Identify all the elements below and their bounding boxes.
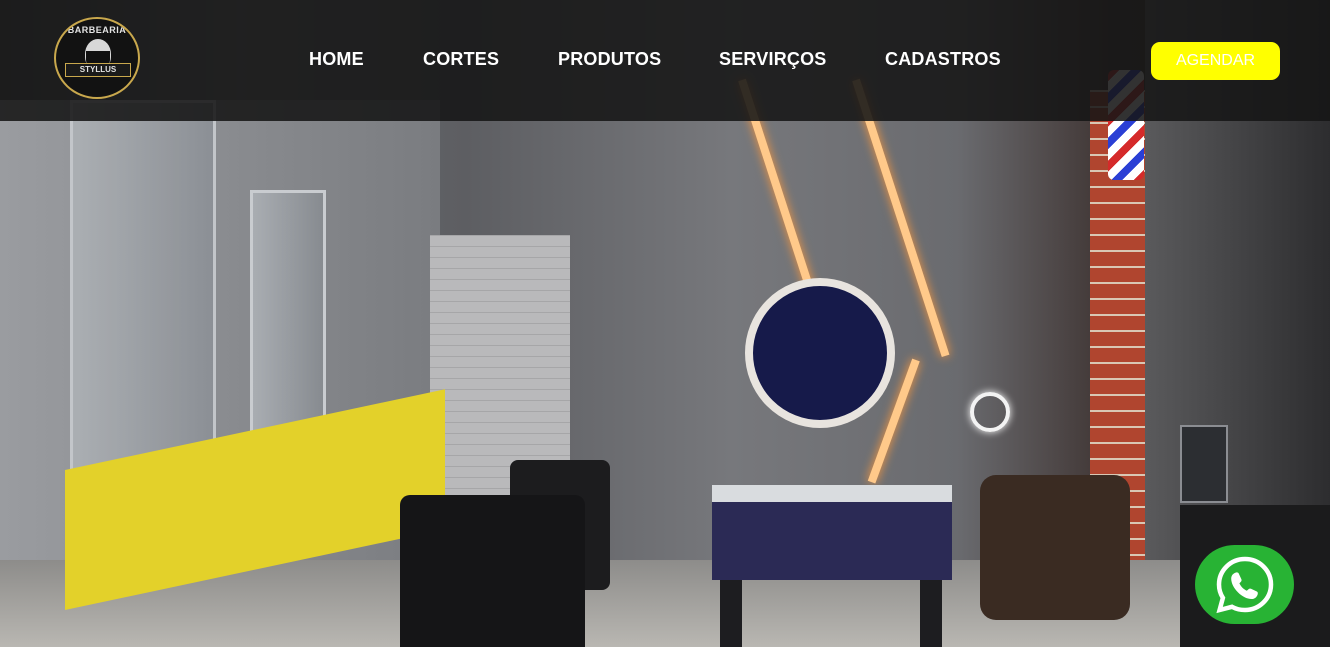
nav-item-servicos[interactable]: SERVIRÇOS <box>719 49 827 73</box>
nav-item-cadastros[interactable]: CADASTROS <box>885 49 1001 73</box>
table-leg <box>720 580 742 647</box>
barber-chair <box>400 495 585 647</box>
site-header: BARBEARIA STYLLUS HOME CORTES PRODUTOS S… <box>0 0 1330 121</box>
whatsapp-icon <box>1216 556 1274 614</box>
logo-top-text: BARBEARIA <box>67 25 127 35</box>
mirror <box>70 100 216 496</box>
whatsapp-button[interactable] <box>1195 545 1294 624</box>
air-hockey-table <box>712 485 952 580</box>
round-window <box>745 278 895 428</box>
brand-logo[interactable]: BARBEARIA STYLLUS <box>54 17 140 99</box>
nav-item-produtos[interactable]: PRODUTOS <box>558 49 661 73</box>
sofa <box>980 475 1130 620</box>
logo-name-text: STYLLUS <box>65 63 131 77</box>
ring-light <box>970 392 1010 432</box>
nav-item-cortes[interactable]: CORTES <box>423 49 499 73</box>
table-leg <box>920 580 942 647</box>
nav-item-home[interactable]: HOME <box>309 49 364 73</box>
laptop <box>1180 425 1228 503</box>
agendar-button[interactable]: AGENDAR <box>1151 42 1280 80</box>
